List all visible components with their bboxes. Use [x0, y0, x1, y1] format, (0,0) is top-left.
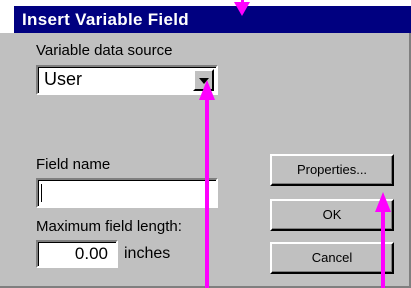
field-name-input[interactable]	[36, 178, 218, 208]
max-length-unit: inches	[124, 245, 171, 262]
max-length-value: 0.00	[74, 244, 108, 263]
variable-source-label: Variable data source	[36, 42, 173, 59]
field-name-label: Field name	[36, 156, 111, 173]
dialog-title: Insert Variable Field	[14, 6, 411, 33]
variable-source-combobox[interactable]: User	[36, 65, 218, 95]
left-margin	[0, 0, 14, 33]
text-caret	[41, 184, 42, 202]
variable-source-value: User	[44, 69, 83, 89]
properties-button[interactable]: Properties...	[270, 154, 394, 186]
max-length-input[interactable]: 0.00	[36, 240, 118, 268]
max-length-label: Maximum field length:	[36, 218, 182, 235]
cancel-button[interactable]: Cancel	[270, 242, 394, 274]
